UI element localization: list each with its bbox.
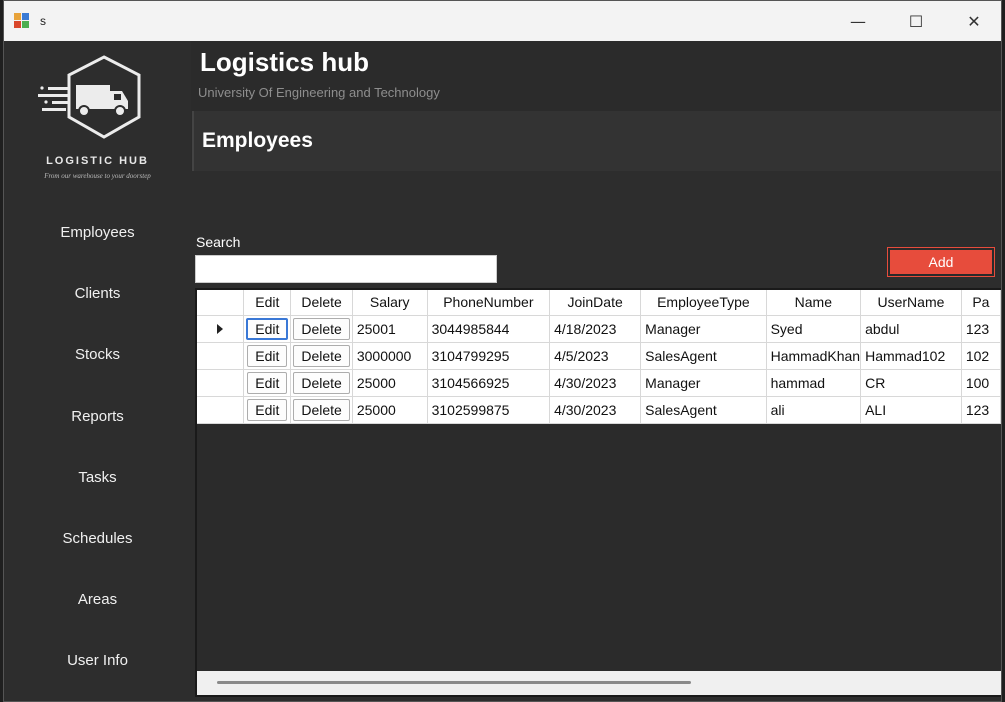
sidebar-item-reports[interactable]: Reports	[4, 396, 191, 436]
delete-button[interactable]: Delete	[293, 371, 350, 394]
maximize-button[interactable]: ☐	[887, 1, 945, 41]
delete-cell: Delete	[290, 315, 353, 343]
section-header: Employees	[192, 111, 1001, 171]
row-header[interactable]	[197, 342, 245, 370]
delete-button[interactable]: Delete	[293, 398, 350, 421]
name-cell[interactable]: HammadKhan	[766, 342, 862, 370]
column-header[interactable]: UserName	[860, 290, 962, 316]
table-row[interactable]: Edit Delete 25000 3102599875 4/30/2023 S…	[197, 396, 1001, 424]
salary-cell[interactable]: 25001	[352, 315, 428, 343]
search-label: Search	[196, 234, 241, 250]
row-header[interactable]	[197, 396, 245, 424]
password-cell[interactable]: 100	[961, 369, 1001, 397]
row-header-corner	[197, 290, 245, 316]
delete-button[interactable]: Delete	[293, 344, 350, 367]
employee-type-cell[interactable]: Manager	[640, 369, 767, 397]
password-cell[interactable]: 123	[961, 315, 1001, 343]
phone-cell[interactable]: 3104566925	[427, 369, 551, 397]
column-header[interactable]: Edit	[243, 290, 292, 316]
sidebar-item-user-info[interactable]: User Info	[4, 640, 191, 680]
delete-cell: Delete	[290, 396, 353, 424]
page-title: Employees	[202, 129, 313, 152]
phone-cell[interactable]: 3044985844	[427, 315, 551, 343]
search-input[interactable]	[195, 255, 497, 283]
username-cell[interactable]: ALI	[860, 396, 962, 424]
username-cell[interactable]: Hammad102	[860, 342, 962, 370]
employee-type-cell[interactable]: SalesAgent	[640, 396, 767, 424]
salary-cell[interactable]: 25000	[352, 369, 428, 397]
app-icon	[14, 13, 30, 29]
edit-button[interactable]: Edit	[247, 371, 288, 394]
minimize-button[interactable]: —	[829, 1, 887, 41]
current-row-arrow-icon	[217, 323, 224, 334]
employee-type-cell[interactable]: Manager	[640, 315, 767, 343]
table-row[interactable]: Edit Delete 3000000 3104799295 4/5/2023 …	[197, 342, 1001, 370]
sidebar-item-areas[interactable]: Areas	[4, 579, 191, 619]
app-subtitle: University Of Engineering and Technology	[198, 85, 440, 100]
app-window: s — ☐ ✕ LOGISTIC HUB From our warehouse …	[3, 0, 1002, 702]
join-date-cell[interactable]: 4/30/2023	[549, 369, 642, 397]
column-header[interactable]: EmployeeType	[640, 290, 767, 316]
logo-tagline: From our warehouse to your doorstep	[44, 172, 151, 180]
table-row[interactable]: Edit Delete 25001 3044985844 4/18/2023 M…	[197, 315, 1001, 343]
logo-title: LOGISTIC HUB	[46, 155, 149, 167]
table-row[interactable]: Edit Delete 25000 3104566925 4/30/2023 M…	[197, 369, 1001, 397]
password-cell[interactable]: 102	[961, 342, 1001, 370]
column-header[interactable]: Pa	[961, 290, 1001, 316]
edit-cell: Edit	[243, 342, 292, 370]
main-content: Search Add Edit Delete Salary PhoneNumbe…	[191, 171, 1001, 701]
edit-cell: Edit	[243, 396, 292, 424]
employee-type-cell[interactable]: SalesAgent	[640, 342, 767, 370]
column-header[interactable]: Salary	[352, 290, 428, 316]
join-date-cell[interactable]: 4/5/2023	[549, 342, 642, 370]
sidebar-item-schedules[interactable]: Schedules	[4, 518, 191, 558]
table-header-row: Edit Delete Salary PhoneNumber JoinDate …	[197, 290, 1001, 316]
delete-cell: Delete	[290, 369, 353, 397]
row-header[interactable]	[197, 315, 245, 343]
sidebar-item-stocks[interactable]: Stocks	[4, 334, 191, 374]
column-header[interactable]: PhoneNumber	[427, 290, 551, 316]
edit-cell: Edit	[243, 315, 292, 343]
name-cell[interactable]: ali	[766, 396, 862, 424]
add-button[interactable]: Add	[887, 247, 995, 277]
title-bar: s — ☐ ✕	[4, 1, 1001, 41]
password-cell[interactable]: 123	[961, 396, 1001, 424]
sidebar-item-clients[interactable]: Clients	[4, 273, 191, 313]
column-header[interactable]: Delete	[290, 290, 353, 316]
logo: LOGISTIC HUB From our warehouse to your …	[4, 53, 191, 183]
edit-button[interactable]: Edit	[247, 344, 288, 367]
header: Logistics hub University Of Engineering …	[191, 41, 1001, 113]
sidebar-item-employees[interactable]: Employees	[4, 212, 191, 252]
join-date-cell[interactable]: 4/30/2023	[549, 396, 642, 424]
salary-cell[interactable]: 25000	[352, 396, 428, 424]
close-button[interactable]: ✕	[945, 1, 1001, 41]
truck-logo-icon	[38, 55, 141, 139]
sidebar-item-tasks[interactable]: Tasks	[4, 457, 191, 497]
column-header[interactable]: JoinDate	[549, 290, 642, 316]
horizontal-scrollbar[interactable]	[197, 671, 1001, 695]
delete-button[interactable]: Delete	[293, 317, 350, 340]
name-cell[interactable]: hammad	[766, 369, 862, 397]
employees-table: Edit Delete Salary PhoneNumber JoinDate …	[197, 290, 1001, 424]
phone-cell[interactable]: 3102599875	[427, 396, 551, 424]
column-header[interactable]: Name	[766, 290, 862, 316]
join-date-cell[interactable]: 4/18/2023	[549, 315, 642, 343]
username-cell[interactable]: abdul	[860, 315, 962, 343]
edit-cell: Edit	[243, 369, 292, 397]
name-cell[interactable]: Syed	[766, 315, 862, 343]
row-header[interactable]	[197, 369, 245, 397]
window-title: s	[40, 14, 46, 28]
phone-cell[interactable]: 3104799295	[427, 342, 551, 370]
edit-button[interactable]: Edit	[246, 317, 289, 340]
salary-cell[interactable]: 3000000	[352, 342, 428, 370]
username-cell[interactable]: CR	[860, 369, 962, 397]
app-title: Logistics hub	[200, 47, 369, 77]
edit-button[interactable]: Edit	[247, 398, 288, 421]
delete-cell: Delete	[290, 342, 353, 370]
scrollbar-thumb[interactable]	[217, 681, 691, 684]
employees-grid: Edit Delete Salary PhoneNumber JoinDate …	[195, 288, 1001, 697]
sidebar: LOGISTIC HUB From our warehouse to your …	[4, 41, 191, 701]
